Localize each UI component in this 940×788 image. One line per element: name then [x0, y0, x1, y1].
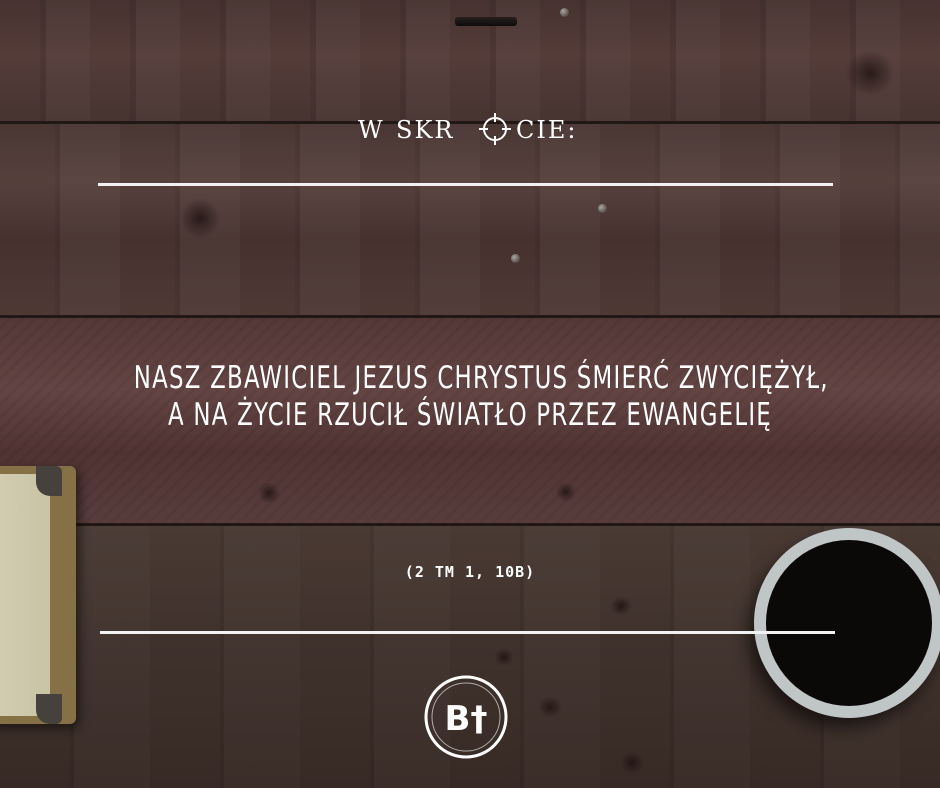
crosshair-icon [479, 113, 511, 145]
bt-logo-icon: B† [424, 675, 508, 759]
divider-bottom [100, 631, 835, 634]
header-title: W SKR CIE: [0, 108, 940, 148]
header-word-w: W [358, 116, 385, 144]
divider-top [98, 183, 833, 186]
quote-line-1: NASZ ZBAWICIEL JEZUS CHRYSTUS ŚMIERĆ ZWY… [133, 360, 829, 396]
header-word-skr: SKR [396, 116, 455, 144]
image-canvas: W SKR CIE: NASZ ZBAWICIEL JEZUS CHRYSTUS… [0, 0, 940, 788]
quote-line-2: A NA ŻYCIE RZUCIŁ ŚWIATŁO PRZEZ EWANGELI… [168, 397, 772, 433]
scripture-reference: (2 TM 1, 10B) [404, 563, 536, 581]
quote: NASZ ZBAWICIEL JEZUS CHRYSTUS ŚMIERĆ ZWY… [133, 360, 829, 434]
header-word-cie: CIE: [516, 116, 578, 144]
logo-text: B† [445, 699, 488, 739]
